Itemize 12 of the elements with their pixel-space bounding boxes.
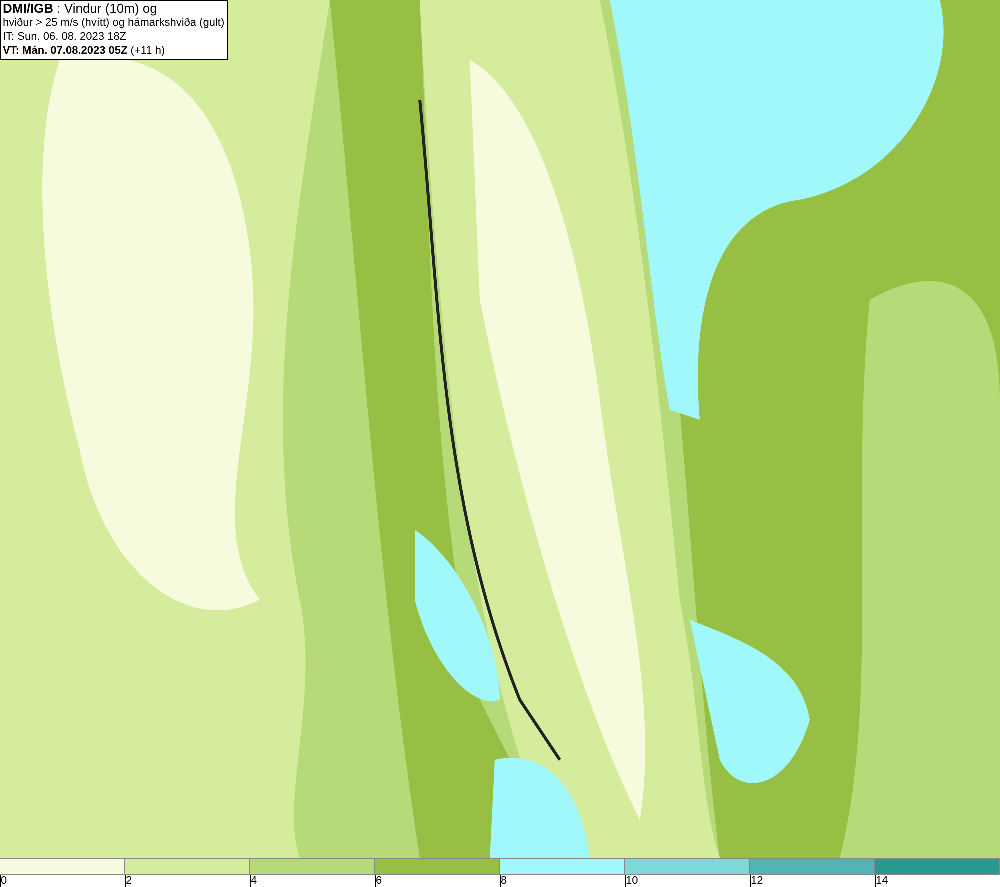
legend-tick-label: 4	[251, 875, 258, 887]
legend-tick-label: 10	[626, 875, 638, 887]
header-text: hviður > 25 m/s (hvítt) og hámarkshviða (gult)	[3, 16, 225, 30]
legend-tick-label: 8	[501, 875, 508, 887]
header-text: IT: Sun. 06. 08. 2023 18Z	[3, 30, 128, 44]
header-text: VT: Mán. 07.08.2023 05Z (+11 h)	[3, 44, 166, 58]
legend-tick-label: 0	[1, 875, 8, 887]
header-text: DMI/IGB : Vindur (10m) og	[3, 2, 158, 16]
legend-tick-label: 6	[376, 875, 382, 887]
legend-tick-label: 2	[126, 875, 132, 887]
legend-tick-label: 12	[751, 875, 764, 887]
legend-tick-label: 14	[876, 875, 888, 887]
